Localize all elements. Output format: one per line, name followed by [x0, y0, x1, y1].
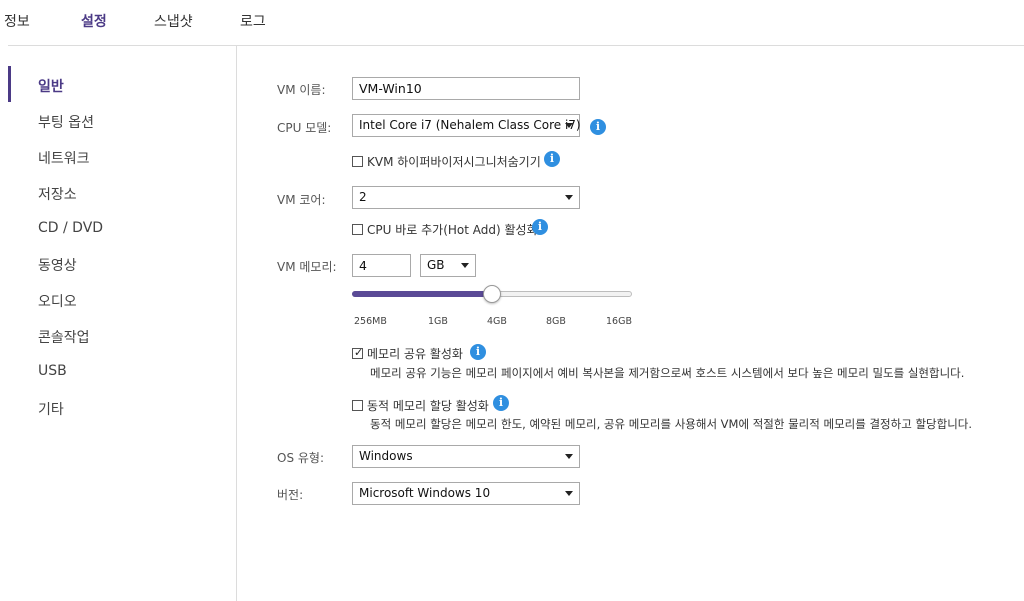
chevron-down-icon — [565, 454, 573, 459]
cpu-model-label: CPU 모델: — [277, 121, 332, 135]
memory-tick-label: 256MB — [354, 316, 387, 327]
tab-snapshot[interactable]: 스냅샷 — [154, 11, 193, 31]
vm-cores-select[interactable]: 2 — [352, 186, 580, 209]
sidebar-item-usb[interactable]: USB — [38, 363, 67, 379]
os-type-value: Windows — [359, 449, 413, 463]
sidebar-item-storage[interactable]: 저장소 — [38, 184, 77, 204]
chevron-down-icon — [565, 491, 573, 496]
info-icon[interactable]: i — [493, 395, 509, 411]
sidebar-item-audio[interactable]: 오디오 — [38, 291, 77, 311]
vm-cores-value: 2 — [359, 190, 367, 204]
vm-name-input[interactable] — [352, 77, 580, 100]
memory-tick-label: 1GB — [428, 316, 448, 327]
vm-memory-label: VM 메모리: — [277, 260, 337, 274]
vm-name-label: VM 이름: — [277, 83, 326, 97]
sidebar-item-general[interactable]: 일반 — [38, 76, 64, 96]
memory-unit-value: GB — [427, 258, 445, 272]
os-type-select[interactable]: Windows — [352, 445, 580, 468]
sidebar-active-indicator — [8, 66, 11, 102]
dynamic-memory-description: 동적 메모리 할당은 메모리 한도, 예약된 메모리, 공유 메모리를 사용해서… — [370, 417, 973, 431]
checkmark-icon: ✓ — [354, 346, 364, 359]
chevron-down-icon — [565, 123, 573, 128]
info-icon[interactable]: i — [544, 151, 560, 167]
sidebar-item-cd-dvd[interactable]: CD / DVD — [38, 220, 103, 236]
sidebar-item-other[interactable]: 기타 — [38, 399, 64, 419]
cpu-hot-add-label: CPU 바로 추가(Hot Add) 활성화 — [367, 223, 538, 237]
memory-tick-label: 8GB — [546, 316, 566, 327]
version-select[interactable]: Microsoft Windows 10 — [352, 482, 580, 505]
version-value: Microsoft Windows 10 — [359, 486, 491, 500]
tab-settings[interactable]: 설정 — [81, 11, 107, 31]
memory-sharing-description: 메모리 공유 기능은 메모리 페이지에서 예비 복사본을 제거함으로써 호스트 … — [370, 366, 965, 380]
kvm-hypervisor-label: KVM 하이퍼바이저시그니처숨기기 — [367, 155, 541, 169]
os-type-label: OS 유형: — [277, 451, 325, 465]
vm-cores-label: VM 코어: — [277, 193, 326, 207]
chevron-down-icon — [461, 263, 469, 268]
info-icon[interactable]: i — [532, 219, 548, 235]
memory-unit-select[interactable]: GB — [420, 254, 476, 277]
memory-sharing-checkbox[interactable]: ✓ — [352, 346, 364, 359]
cpu-model-select[interactable]: Intel Core i7 (Nehalem Class Core i7) — [352, 114, 581, 137]
settings-sidebar: 일반 부팅 옵션 네트워크 저장소 CD / DVD 동영상 오디오 콘솔작업 … — [8, 46, 237, 601]
sidebar-item-network[interactable]: 네트워크 — [38, 148, 90, 168]
top-tab-bar: 정보 설정 스냅샷 로그 — [0, 0, 1024, 40]
info-icon[interactable]: i — [470, 344, 486, 360]
memory-slider-fill — [352, 291, 492, 297]
version-label: 버전: — [277, 488, 304, 502]
chevron-down-icon — [565, 195, 573, 200]
cpu-model-value: Intel Core i7 (Nehalem Class Core i7) — [359, 118, 581, 132]
dynamic-memory-label: 동적 메모리 할당 활성화 — [367, 399, 489, 413]
vm-memory-input[interactable] — [352, 254, 411, 277]
cpu-hot-add-checkbox[interactable] — [352, 224, 363, 235]
sidebar-item-console[interactable]: 콘솔작업 — [38, 327, 90, 347]
info-icon[interactable]: i — [590, 119, 606, 135]
memory-sharing-label: 메모리 공유 활성화 — [367, 347, 463, 361]
memory-tick-label: 16GB — [606, 316, 632, 327]
tab-log[interactable]: 로그 — [240, 11, 266, 31]
sidebar-item-video[interactable]: 동영상 — [38, 255, 77, 275]
sidebar-item-boot-options[interactable]: 부팅 옵션 — [38, 112, 94, 132]
memory-tick-label: 4GB — [487, 316, 507, 327]
memory-slider-handle[interactable] — [483, 285, 501, 303]
tab-info[interactable]: 정보 — [4, 11, 30, 31]
kvm-hypervisor-checkbox[interactable] — [352, 156, 363, 167]
dynamic-memory-checkbox[interactable] — [352, 400, 363, 411]
